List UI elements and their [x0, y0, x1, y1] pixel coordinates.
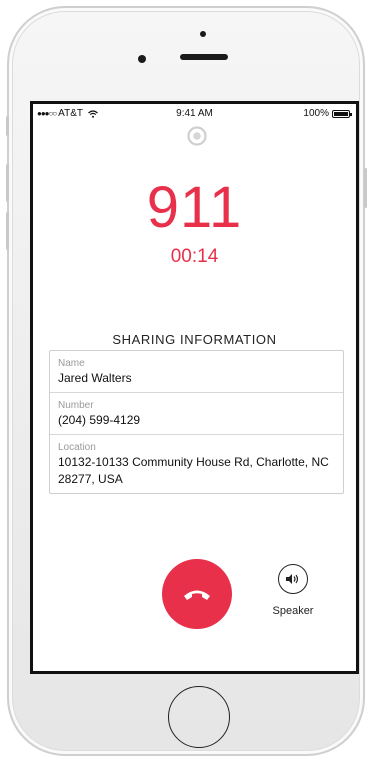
status-right: 100%: [303, 108, 352, 119]
info-label: Location: [58, 442, 96, 453]
earpiece-speaker: [180, 54, 228, 60]
home-button[interactable]: [168, 686, 230, 748]
volume-up-button: [6, 164, 9, 202]
speaker-icon: [286, 574, 299, 584]
speaker-button[interactable]: [278, 564, 308, 594]
info-value: 10132-10133 Community House Rd, Charlott…: [58, 455, 329, 486]
phone-hangup-icon: [184, 590, 210, 600]
app-logo-icon: [187, 126, 207, 146]
info-value: Jared Walters: [58, 371, 132, 385]
battery-cap: [350, 112, 352, 116]
info-label: Number: [58, 400, 94, 411]
call-timer: 00:14: [170, 246, 219, 267]
phone-screen: ●●●○○ AT&T 9:41 AM 100% 911 00:14 SHARIN…: [30, 101, 359, 674]
info-label: Name: [58, 358, 85, 369]
sharing-info-card: Name Jared Walters Number (204) 599-4129…: [49, 350, 344, 494]
proximity-sensor: [200, 31, 206, 37]
power-button: [364, 168, 367, 208]
call-number: 911: [146, 175, 243, 240]
front-camera: [138, 55, 146, 63]
sharing-info-title: SHARING INFORMATION: [112, 332, 277, 347]
info-row-number: Number (204) 599-4129: [50, 393, 343, 435]
end-call-button[interactable]: [162, 559, 232, 629]
info-row-location: Location 10132-10133 Community House Rd,…: [50, 435, 343, 493]
battery-icon: [332, 109, 352, 118]
speaker-label[interactable]: Speaker: [262, 605, 324, 617]
volume-down-button: [6, 212, 9, 250]
status-bar: ●●●○○ AT&T 9:41 AM 100%: [33, 104, 356, 122]
battery-fill: [334, 111, 348, 116]
battery-percent: 100%: [303, 108, 329, 119]
silent-switch: [6, 116, 9, 136]
info-row-name: Name Jared Walters: [50, 351, 343, 393]
info-value: (204) 599-4129: [58, 413, 141, 427]
